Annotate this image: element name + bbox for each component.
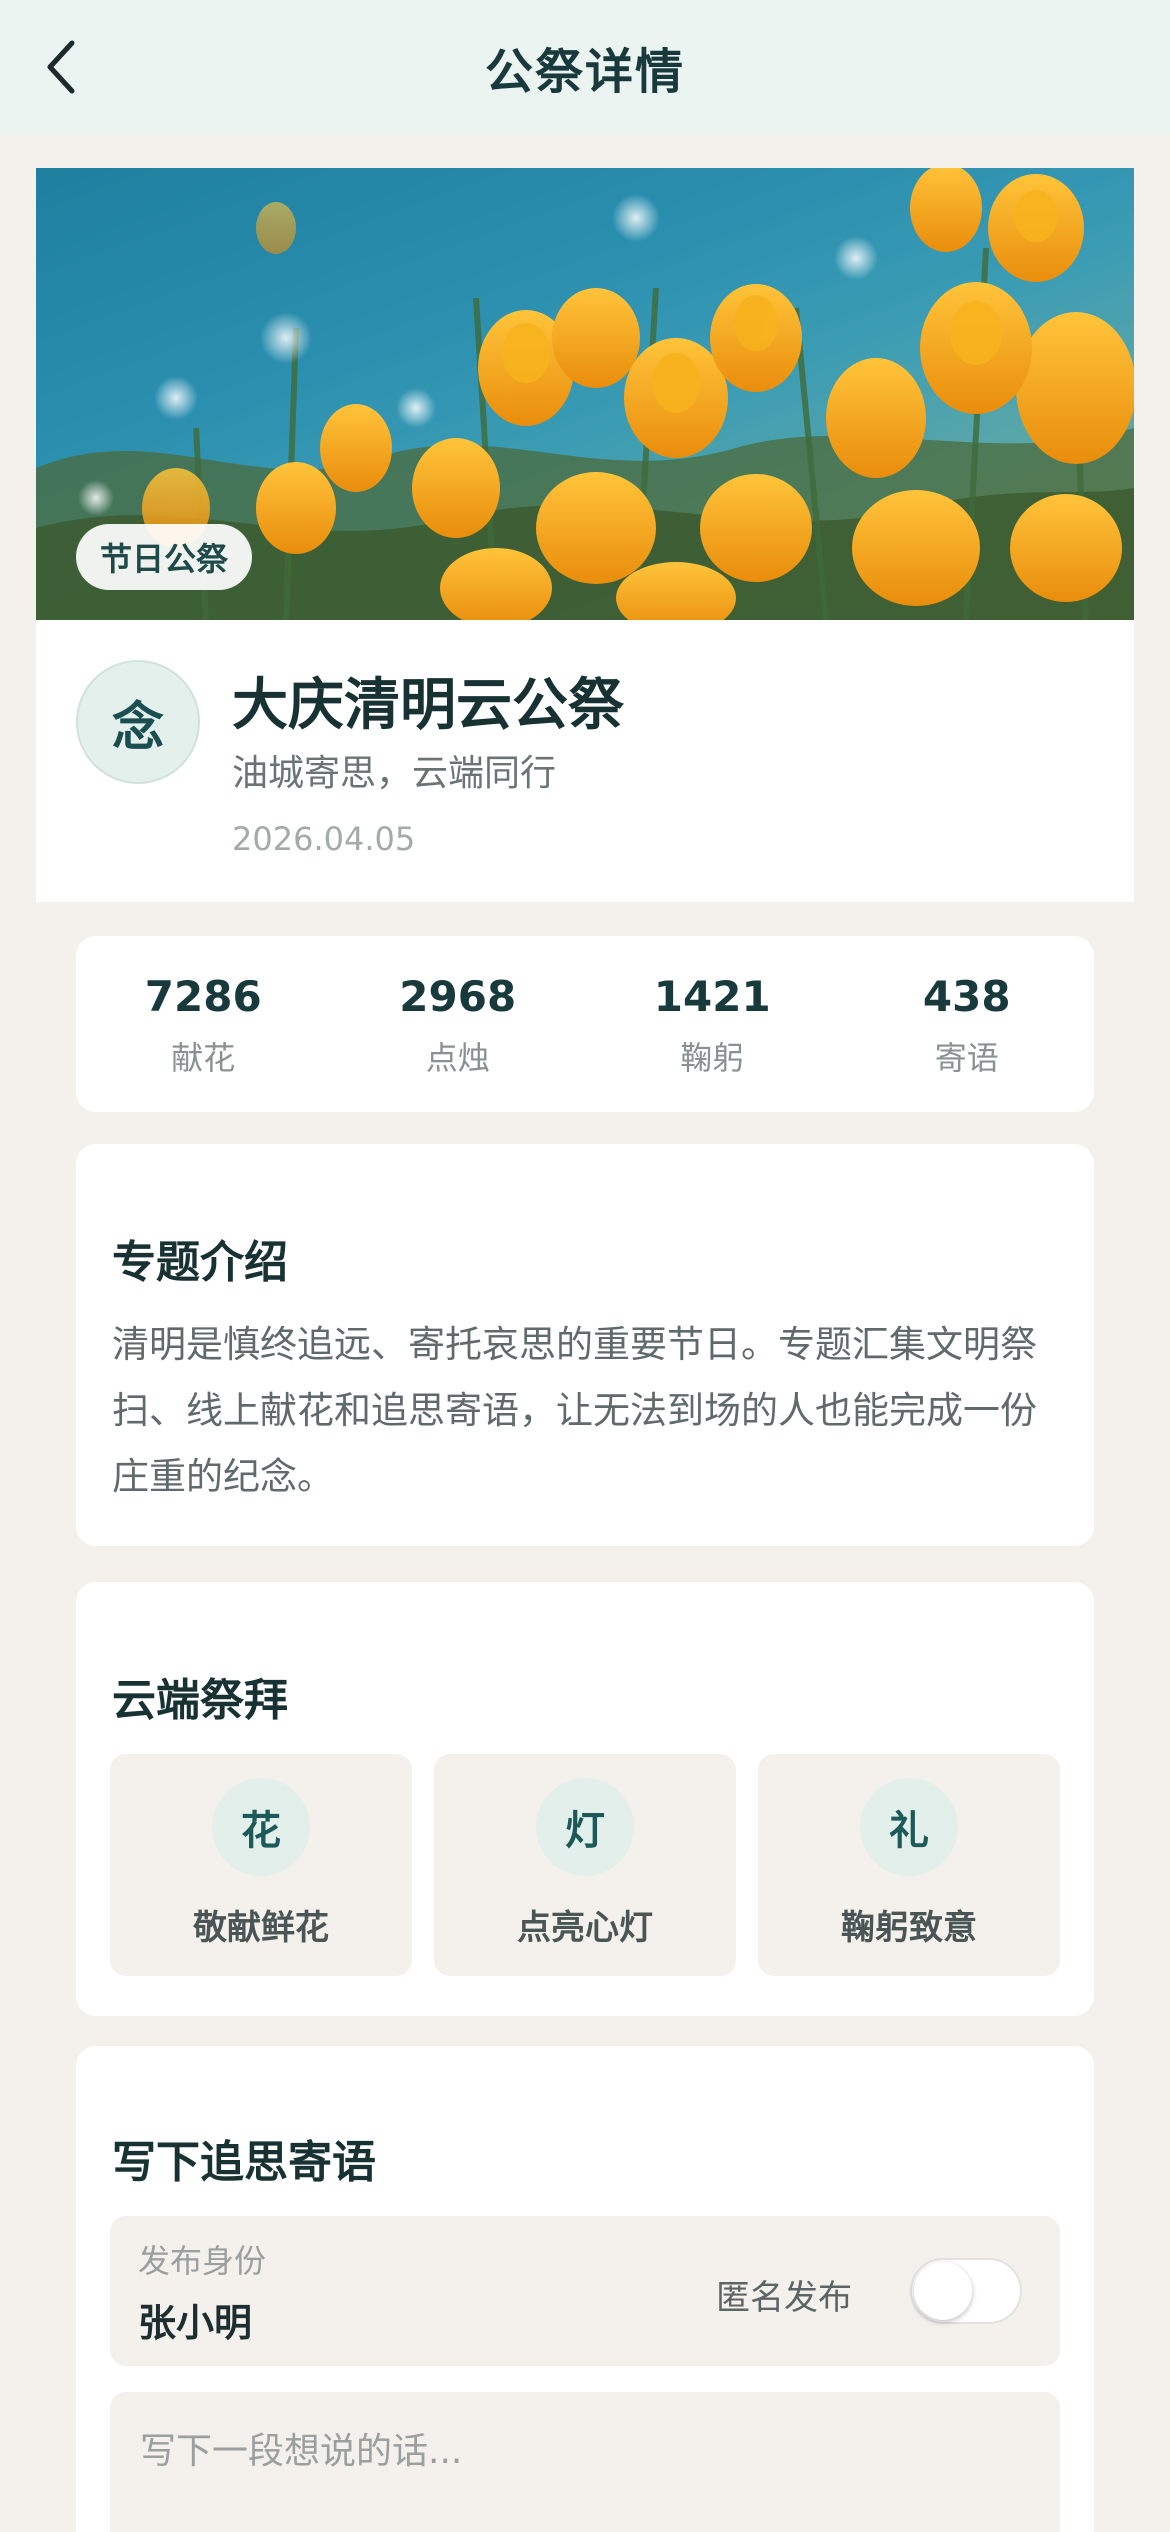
hero-image: 节日公祭 [36,168,1134,620]
anonymous-label: 匿名发布 [716,2278,852,2318]
stat-candles: 2968 点烛 [331,936,586,1112]
memorial-info: 念 大庆清明云公祭 油城寄思，云端同行 2026.04.05 [36,620,1134,902]
anonymous-toggle[interactable] [910,2258,1022,2324]
lamp-icon: 灯 [536,1778,634,1876]
stat-value: 1421 [653,972,771,1021]
action-label: 敬献鲜花 [193,1908,329,1948]
identity-row: 发布身份 张小明 匿名发布 [110,2216,1060,2366]
nav-bar: 公祭详情 [0,0,1170,134]
bow-button[interactable]: 礼 鞠躬致意 [758,1754,1060,1976]
intro-text: 清明是慎终追远、寄托哀思的重要节日。专题汇集文明祭扫、线上献花和追思寄语，让无法… [112,1323,1037,1498]
stat-value: 7286 [144,972,262,1021]
category-tag: 节日公祭 [76,524,253,590]
stat-value: 438 [922,972,1011,1021]
worship-title: 云端祭拜 [112,1675,288,1726]
stat-bows: 1421 鞠躬 [585,936,840,1112]
intro-card: 专题介绍 清明是慎终追远、寄托哀思的重要节日。专题汇集文明祭扫、线上献花和追思寄… [76,1144,1094,1546]
bow-icon: 礼 [860,1778,958,1876]
stat-value: 2968 [399,972,517,1021]
action-label: 鞠躬致意 [841,1908,977,1948]
memorial-slogan: 油城寄思，云端同行 [232,753,557,794]
message-card: 写下追思寄语 发布身份 张小明 匿名发布 [76,2046,1094,2532]
action-label: 点亮心灯 [517,1908,653,1948]
worship-actions: 花 敬献鲜花 灯 点亮心灯 礼 鞠躬致意 [110,1754,1060,1976]
offer-flowers-button[interactable]: 花 敬献鲜花 [110,1754,412,1976]
flower-icon: 花 [212,1778,310,1876]
stat-messages: 438 寄语 [840,936,1095,1112]
light-candle-button[interactable]: 灯 点亮心灯 [434,1754,736,1976]
toggle-knob [914,2262,972,2320]
message-title: 写下追思寄语 [112,2137,376,2188]
identity-label: 发布身份 [138,2242,267,2280]
memorial-date: 2026.04.05 [232,820,416,858]
stat-label: 寄语 [934,1039,999,1077]
intro-title: 专题介绍 [112,1237,288,1288]
stats-card: 7286 献花 2968 点烛 1421 鞠躬 438 寄语 [76,936,1094,1112]
memorial-avatar: 念 [76,660,200,784]
identity-name: 张小明 [138,2301,253,2345]
worship-card: 云端祭拜 花 敬献鲜花 灯 点亮心灯 礼 鞠躬致意 [76,1582,1094,2016]
page-title: 公祭详情 [484,44,685,100]
stat-label: 点烛 [425,1039,490,1077]
stat-label: 献花 [171,1039,236,1077]
memorial-title: 大庆清明云公祭 [232,673,624,738]
stat-flowers: 7286 献花 [76,936,331,1112]
stat-label: 鞠躬 [680,1039,745,1077]
message-input[interactable] [110,2392,1060,2532]
